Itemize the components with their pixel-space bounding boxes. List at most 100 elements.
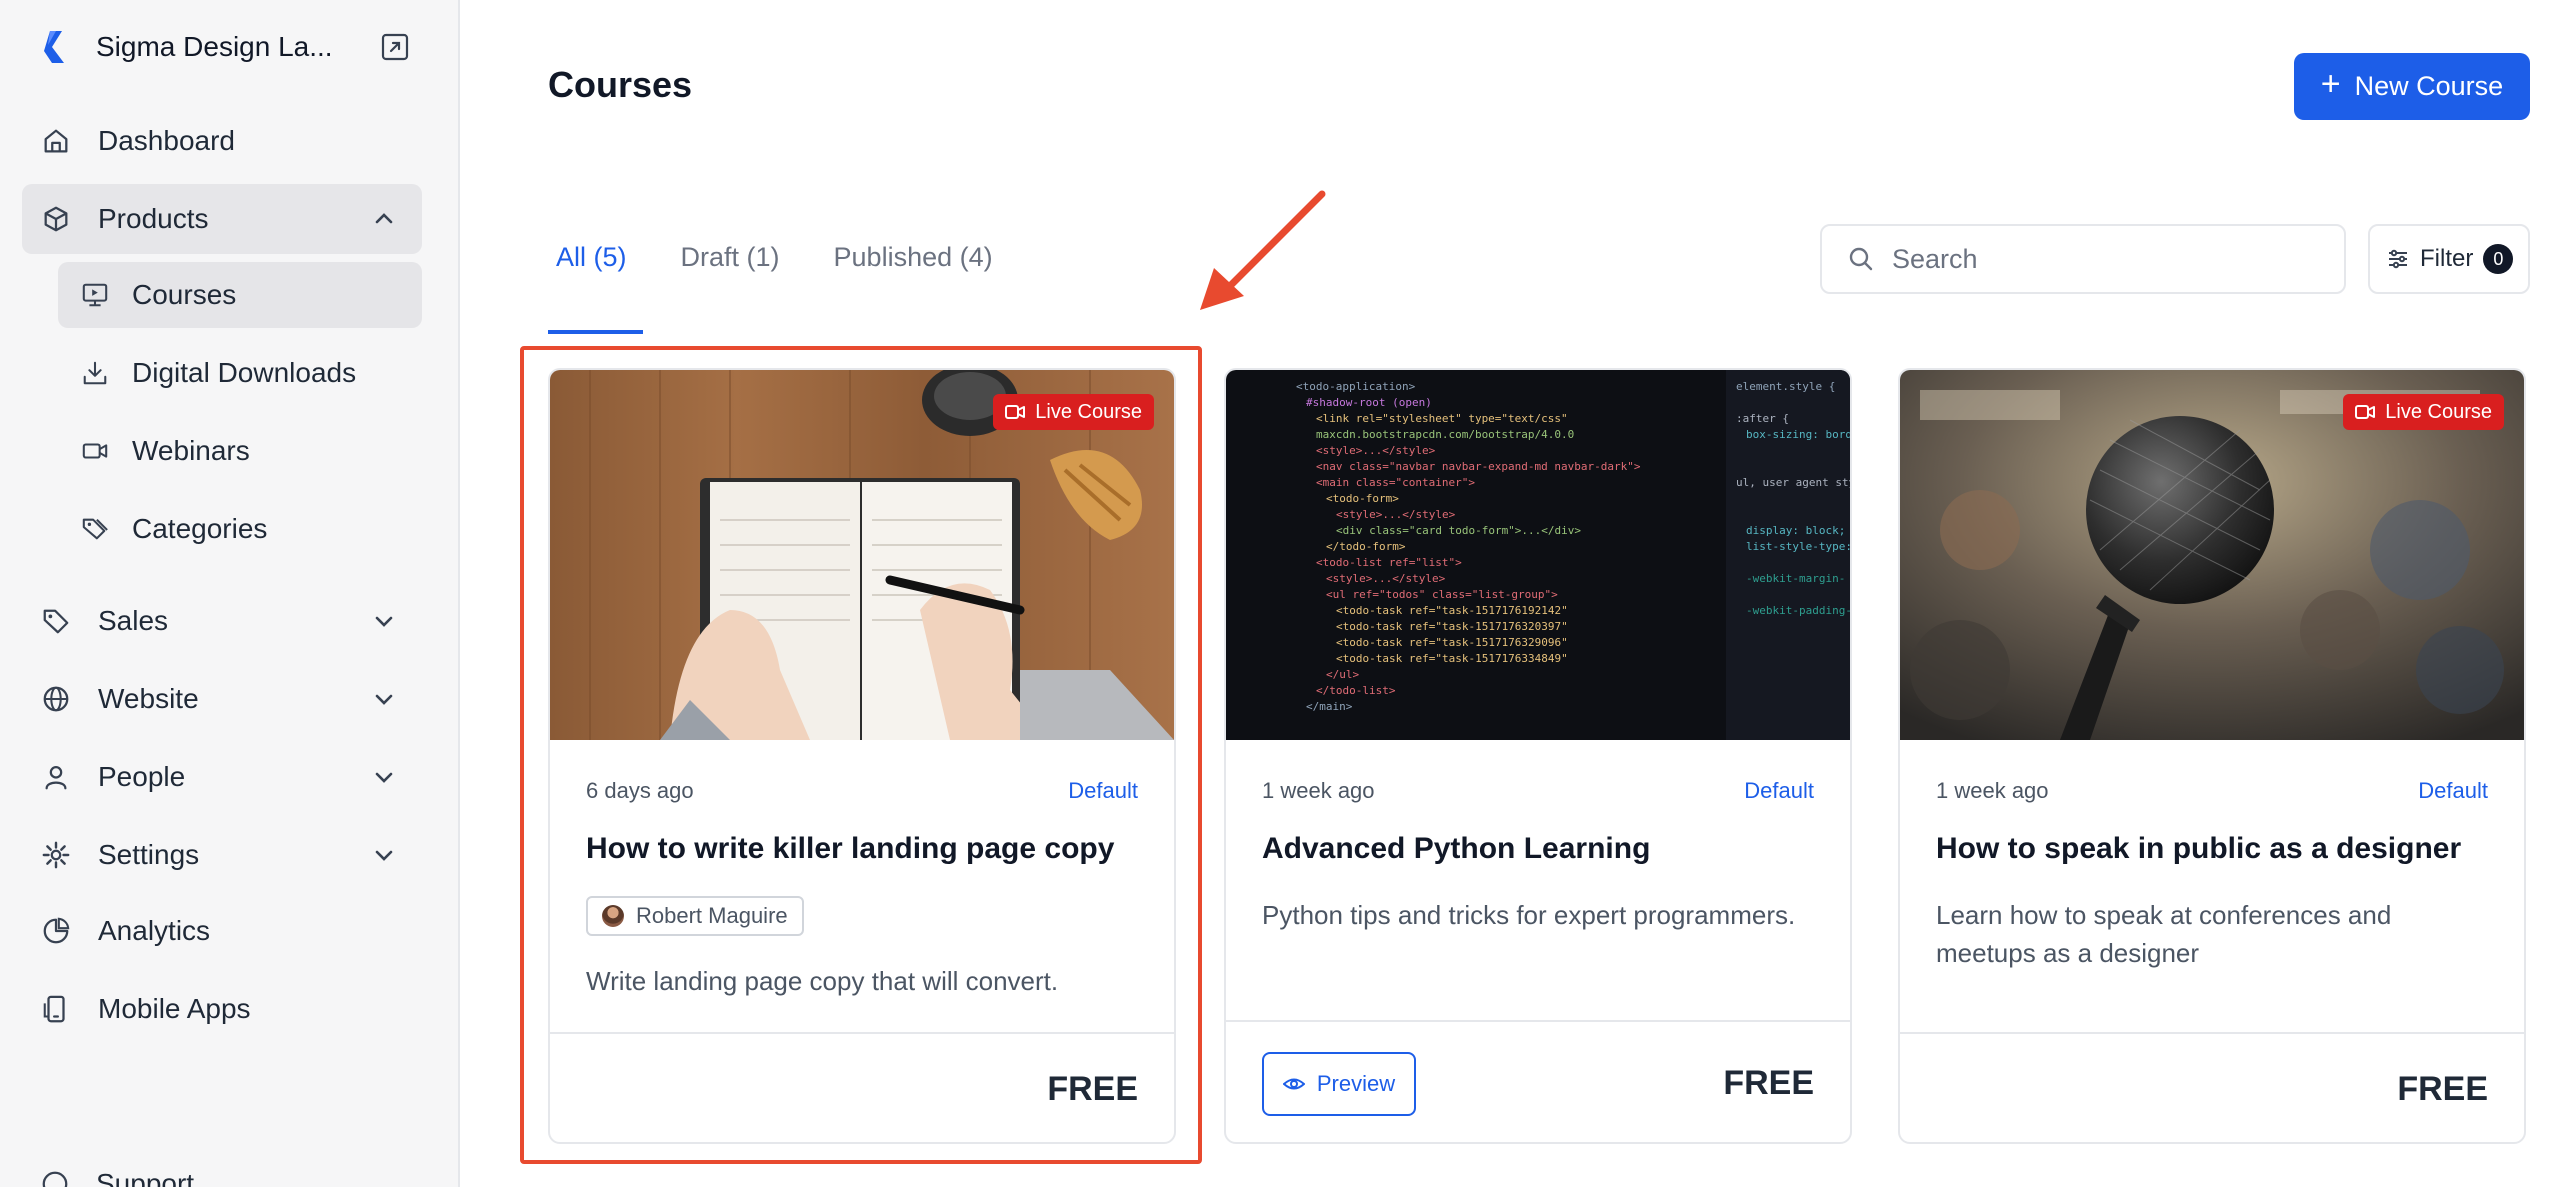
tab-all[interactable]: All (5) xyxy=(548,236,642,334)
filter-label: Filter xyxy=(2420,245,2474,272)
card-title[interactable]: How to speak in public as a designer xyxy=(1936,832,2494,866)
sidebar-item-label: Mobile Apps xyxy=(98,993,251,1024)
card-time: 1 week ago xyxy=(1262,778,1375,803)
svg-text:<style>...</style>: <style>...</style> xyxy=(1326,572,1446,585)
chevron-down-icon xyxy=(375,694,393,705)
gear-icon xyxy=(40,839,72,871)
new-course-button[interactable]: + New Course xyxy=(2294,53,2530,120)
download-icon xyxy=(80,358,110,388)
tags-icon xyxy=(80,514,110,544)
svg-text:</todo-list>: </todo-list> xyxy=(1316,684,1396,697)
sidebar-item-label: Webinars xyxy=(132,435,250,466)
chevron-down-icon xyxy=(375,616,393,627)
card-tag: Default xyxy=(1744,778,1814,803)
box-icon xyxy=(40,203,72,235)
svg-text:</todo-form>: </todo-form> xyxy=(1326,540,1406,553)
chevron-down-icon xyxy=(375,850,393,861)
search-box xyxy=(1820,224,2346,294)
svg-text:<ul ref="todos" class="list-gr: <ul ref="todos" class="list-group"> xyxy=(1326,588,1558,601)
card-title[interactable]: Advanced Python Learning xyxy=(1262,832,1820,866)
badge-label: Live Course xyxy=(2385,400,2492,423)
status-tabs: All (5) Draft (1) Published (4) xyxy=(548,236,1039,334)
plus-icon: + xyxy=(2320,65,2341,103)
brand-name: Sigma Design La... xyxy=(96,31,333,62)
sidebar-item-label: Categories xyxy=(132,513,268,544)
preview-button[interactable]: Preview xyxy=(1262,1052,1416,1116)
video-camera-icon xyxy=(80,436,110,466)
svg-text:<todo-form>: <todo-form> xyxy=(1326,492,1399,505)
card-description: Python tips and tricks for expert progra… xyxy=(1262,900,1796,930)
svg-text:<div class="card todo-form">..: <div class="card todo-form">...</div> xyxy=(1336,524,1581,537)
card-description: Learn how to speak at conferences and me… xyxy=(1936,900,2392,968)
svg-text:element.style {: element.style { xyxy=(1736,380,1835,393)
sidebar: Sigma Design La... Dashboard Products Co… xyxy=(0,0,460,1187)
user-icon xyxy=(40,761,72,793)
pie-chart-icon xyxy=(40,915,72,947)
card-meta: 1 week ago Default xyxy=(1936,778,2488,804)
sidebar-item-digital-downloads[interactable]: Digital Downloads xyxy=(58,340,422,406)
page-title: Courses xyxy=(548,64,693,105)
svg-text:<todo-task ref="task-151717632: <todo-task ref="task-1517176329096" xyxy=(1336,636,1568,649)
preview-label: Preview xyxy=(1316,1071,1396,1096)
brand[interactable]: Sigma Design La... xyxy=(40,26,410,68)
tab-published[interactable]: Published (4) xyxy=(826,236,1001,302)
svg-text:-webkit-margin-: -webkit-margin- xyxy=(1746,572,1845,585)
filter-count-badge: 0 xyxy=(2483,244,2514,274)
card-time: 1 week ago xyxy=(1936,778,2049,803)
sidebar-item-products[interactable]: Products xyxy=(22,184,422,254)
annotation-arrow-icon xyxy=(1200,190,1326,310)
card-meta: 1 week ago Default xyxy=(1262,778,1814,804)
presentation-icon xyxy=(80,280,110,310)
sidebar-item-courses[interactable]: Courses xyxy=(58,262,422,328)
svg-text:</ul>: </ul> xyxy=(1326,668,1359,681)
svg-text:display: block;: display: block; xyxy=(1746,524,1845,537)
card-divider xyxy=(1226,1020,1850,1022)
tab-draft[interactable]: Draft (1) xyxy=(673,236,788,302)
card-price: FREE xyxy=(2397,1070,2488,1108)
sidebar-item-mobile-apps[interactable]: Mobile Apps xyxy=(22,974,422,1044)
highlight-box xyxy=(520,346,1202,1164)
course-thumbnail: <todo-application> #shadow-root (open) <… xyxy=(1226,370,1850,740)
search-input[interactable] xyxy=(1892,243,2312,275)
sidebar-item-label: Digital Downloads xyxy=(132,357,357,388)
course-card[interactable]: <todo-application> #shadow-root (open) <… xyxy=(1224,368,1852,1144)
sidebar-item-categories[interactable]: Categories xyxy=(58,496,422,562)
globe-icon xyxy=(40,683,72,715)
svg-text:<nav class="navbar navbar-expa: <nav class="navbar navbar-expand-md navb… xyxy=(1316,460,1641,473)
svg-text:#shadow-root (open): #shadow-root (open) xyxy=(1306,396,1432,409)
sidebar-item-support[interactable]: Support xyxy=(40,1168,194,1187)
video-camera-icon xyxy=(2355,405,2376,419)
sidebar-item-label: People xyxy=(98,761,186,792)
svg-text:</main>: </main> xyxy=(1306,700,1353,713)
sidebar-item-label: Analytics xyxy=(98,915,211,946)
course-card[interactable]: Live Course 1 week ago Default How to sp… xyxy=(1898,368,2526,1144)
brand-logo-icon xyxy=(44,31,64,63)
svg-text:<style>...</style>: <style>...</style> xyxy=(1336,508,1456,521)
svg-text:<todo-application>: <todo-application> xyxy=(1296,380,1416,393)
svg-text::after {: :after { xyxy=(1736,412,1789,425)
sidebar-item-label: Support xyxy=(96,1168,195,1187)
svg-text:<todo-task ref="task-151717632: <todo-task ref="task-1517176320397" xyxy=(1336,620,1568,633)
chevron-up-icon xyxy=(375,213,393,224)
external-link-icon[interactable] xyxy=(380,32,410,62)
sidebar-item-label: Courses xyxy=(132,279,237,310)
sidebar-item-label: Products xyxy=(98,203,209,234)
svg-text:box-sizing: border: box-sizing: border xyxy=(1746,428,1850,441)
sidebar-item-analytics[interactable]: Analytics xyxy=(22,896,422,966)
svg-text:<main class="container">: <main class="container"> xyxy=(1316,476,1475,489)
new-course-label: New Course xyxy=(2354,71,2504,101)
card-price: FREE xyxy=(1723,1064,1814,1102)
filter-button[interactable]: Filter 0 xyxy=(2368,224,2530,294)
sidebar-item-webinars[interactable]: Webinars xyxy=(58,418,422,484)
home-icon xyxy=(40,125,72,157)
sidebar-item-label: Settings xyxy=(98,839,200,870)
sidebar-item-dashboard[interactable]: Dashboard xyxy=(22,106,422,176)
sidebar-item-sales[interactable]: Sales xyxy=(22,586,422,656)
sidebar-item-settings[interactable]: Settings xyxy=(22,820,422,890)
search-icon xyxy=(1849,247,1873,271)
sidebar-item-website[interactable]: Website xyxy=(22,664,422,734)
card-divider xyxy=(1900,1032,2524,1034)
live-course-badge: Live Course xyxy=(2343,394,2504,430)
sidebar-item-people[interactable]: People xyxy=(22,742,422,812)
eye-icon xyxy=(1282,1078,1305,1090)
